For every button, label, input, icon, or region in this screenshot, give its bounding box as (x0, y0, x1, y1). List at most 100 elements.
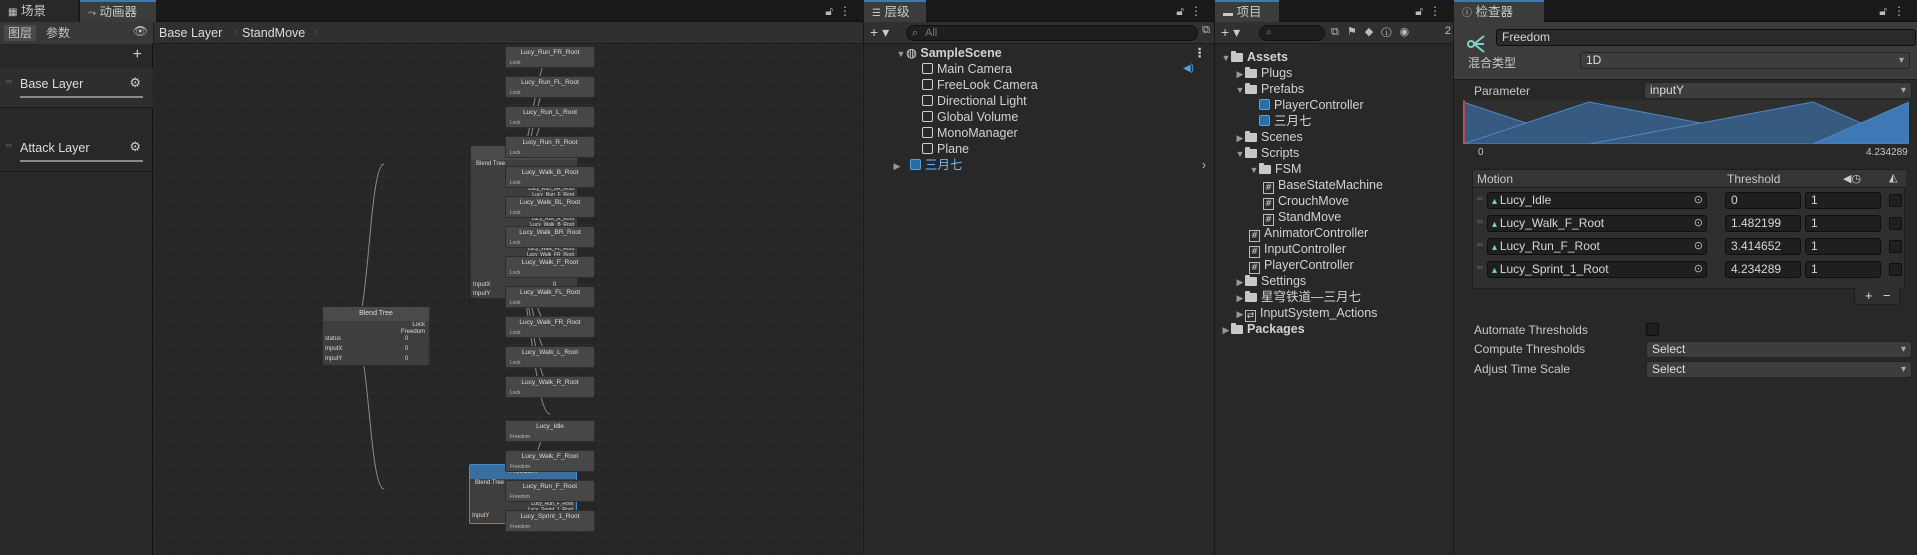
blend-tree-leaf-node[interactable]: Lucy_Sprint_1_Root Freedom (505, 510, 595, 532)
automate-thresholds-checkbox[interactable] (1646, 323, 1659, 336)
tab-animator[interactable]: ⤳ 动画器 (80, 0, 156, 22)
breadcrumb-item[interactable]: Base Layer (159, 26, 222, 40)
project-item[interactable]: # AnimatorController (1215, 225, 1453, 242)
project-item[interactable]: 三月七 (1215, 113, 1453, 129)
mirror-checkbox[interactable] (1889, 217, 1902, 230)
hierarchy-item[interactable]: FreeLook Camera (864, 77, 1214, 93)
object-picker-icon[interactable]: ⊙ (1694, 193, 1703, 208)
tab-layers[interactable]: 图层 (4, 25, 37, 41)
time-scale-field[interactable]: 1 (1805, 238, 1881, 255)
blend-tree-leaf-node[interactable]: Lucy_Run_R_Root Lock (505, 136, 595, 158)
animator-tab-menu[interactable]: 🔓︎⋮ (825, 0, 857, 22)
hierarchy-item[interactable]: Plane (864, 141, 1214, 157)
blend-tree-leaf-node[interactable]: Lucy_Walk_L_Root Lock (505, 346, 595, 368)
drag-handle-icon[interactable]: ═ (1477, 194, 1483, 203)
parameter-dropdown[interactable]: inputY (1644, 82, 1912, 99)
type-filter-icon[interactable]: ⧉ (1331, 26, 1347, 38)
blend-tree-leaf-node[interactable]: Lucy_Run_FL_Root Lock (505, 76, 595, 98)
tab-parameters[interactable]: 参数 (42, 25, 74, 41)
more-icon[interactable]: ⋮ (839, 4, 857, 18)
more-icon[interactable]: ⋮ (1429, 4, 1447, 18)
project-item[interactable]: ▶ Plugs (1215, 65, 1453, 81)
drag-handle-icon[interactable]: ═ (1477, 263, 1483, 272)
add-motion-button[interactable]: + (1865, 288, 1873, 303)
graph-canvas[interactable]: Blend Tree Lock Freedom status 0 InputX 0 … (154, 44, 863, 555)
drag-handle-icon[interactable]: ═ (6, 141, 12, 150)
project-item[interactable]: ▶ Packages (1215, 321, 1453, 337)
blend-tree-leaf-node[interactable]: Lucy_Run_F_Root Freedom (505, 480, 595, 502)
project-item[interactable]: ▶ 星穹铁道—三月七 (1215, 289, 1453, 305)
object-name-field[interactable]: Freedom (1496, 29, 1916, 46)
expand-arrow-icon[interactable]: ▶ (1235, 130, 1245, 146)
add-button[interactable]: + ▾ (870, 24, 889, 41)
project-item[interactable]: ▼ FSM (1215, 161, 1453, 177)
drag-handle-icon[interactable]: ═ (6, 77, 12, 86)
tab-hierarchy[interactable]: ☰ 层级 (864, 0, 926, 22)
project-item[interactable]: # InputController (1215, 241, 1453, 258)
breadcrumb-item[interactable]: StandMove (242, 26, 305, 40)
motion-row[interactable]: ═ ▴ Lucy_Sprint_1_Root ⊙ 4.234289 1 (1473, 260, 1906, 280)
remove-motion-button[interactable]: − (1883, 288, 1891, 303)
time-scale-field[interactable]: 1 (1805, 215, 1881, 232)
scene-more-icon[interactable]: ⋮ (1194, 45, 1207, 61)
threshold-field[interactable]: 3.414652 (1725, 238, 1801, 255)
project-item[interactable]: ▶ Scenes (1215, 129, 1453, 145)
tab-inspector[interactable]: ⓘ 检查器 (1454, 0, 1544, 22)
blend-type-dropdown[interactable]: 1D (1580, 52, 1910, 69)
blend-tree-leaf-node[interactable]: Lucy_Idle Freedom (505, 420, 595, 442)
expand-arrow-icon[interactable]: ▶ (1235, 66, 1245, 82)
compute-thresholds-dropdown[interactable]: Select (1646, 341, 1912, 358)
project-item[interactable]: ▶ ⇄ InputSystem_Actions (1215, 305, 1453, 322)
eye-icon[interactable]: ◉ (1400, 26, 1418, 38)
blend-tree-leaf-node[interactable]: Lucy_Run_FR_Root Lock (505, 46, 595, 68)
lock-icon[interactable]: 🔓︎ (825, 4, 839, 18)
motion-field[interactable]: ▴ Lucy_Run_F_Root ⊙ (1487, 238, 1707, 255)
expand-arrow-icon[interactable]: ▼ (1235, 146, 1245, 162)
hierarchy-item[interactable]: Main Camera ◀) (864, 61, 1214, 77)
motion-field[interactable]: ▴ Lucy_Sprint_1_Root ⊙ (1487, 261, 1707, 278)
project-tab-menu[interactable]: 🔓︎⋮ (1415, 0, 1447, 22)
gear-icon[interactable]: ⚙ (129, 139, 141, 155)
threshold-field[interactable]: 4.234289 (1725, 261, 1801, 278)
blend-tree-leaf-node[interactable]: Lucy_Walk_BR_Root Lock (505, 226, 595, 248)
hierarchy-tab-menu[interactable]: 🔓︎⋮ (1176, 0, 1208, 22)
expand-arrow-icon[interactable]: ▼ (1221, 50, 1231, 66)
expand-arrow-icon[interactable]: ▶ (1221, 322, 1231, 338)
blend-tree-leaf-node[interactable]: Lucy_Walk_FR_Root Lock (505, 316, 595, 338)
mirror-checkbox[interactable] (1889, 194, 1902, 207)
hierarchy-item[interactable]: ▶ › 三月七 (864, 157, 1214, 173)
drag-handle-icon[interactable]: ═ (1477, 217, 1483, 226)
scene-root-item[interactable]: ▼◍ ⋮ SampleScene (864, 45, 1214, 61)
expand-arrow-icon[interactable]: ▶ (892, 158, 902, 174)
add-layer-button[interactable]: + (133, 46, 142, 64)
time-scale-field[interactable]: 1 (1805, 261, 1881, 278)
hierarchy-item[interactable]: MonoManager (864, 125, 1214, 141)
object-picker-icon[interactable]: ⊙ (1694, 262, 1703, 277)
blend-tree-leaf-node[interactable]: Lucy_Walk_R_Root Lock (505, 376, 595, 398)
blend-tree-leaf-node[interactable]: Lucy_Run_L_Root Lock (505, 106, 595, 128)
time-scale-field[interactable]: 1 (1805, 192, 1881, 209)
drag-handle-icon[interactable]: ═ (1477, 240, 1483, 249)
layer-item[interactable]: ═ Attack Layer ⚙ (0, 132, 153, 172)
more-icon[interactable]: ⋮ (1893, 4, 1911, 18)
threshold-field[interactable]: 1.482199 (1725, 215, 1801, 232)
project-item[interactable]: # PlayerController (1215, 257, 1453, 274)
adjust-time-scale-dropdown[interactable]: Select (1646, 361, 1912, 378)
motion-field[interactable]: ▴ Lucy_Walk_F_Root ⊙ (1487, 215, 1707, 232)
blend-tree-leaf-node[interactable]: Lucy_Walk_F_Root Lock (505, 256, 595, 278)
tag-icon[interactable]: ◆ (1365, 26, 1381, 38)
search-input[interactable]: ⌕ All (906, 25, 1198, 41)
expand-arrow-icon[interactable]: ▶ (1235, 290, 1245, 306)
blend-tree-leaf-node[interactable]: Lucy_Walk_F_Root Freedom (505, 450, 595, 472)
project-item[interactable]: ▶ Settings (1215, 273, 1453, 289)
tab-scene[interactable]: ▦ 场景 (0, 0, 78, 22)
chevron-right-icon[interactable]: › (1202, 157, 1206, 173)
project-item[interactable]: # StandMove (1215, 209, 1453, 226)
motion-row[interactable]: ═ ▴ Lucy_Run_F_Root ⊙ 3.414652 1 (1473, 237, 1906, 257)
gear-icon[interactable]: ⚙ (129, 75, 141, 91)
filter-icon[interactable]: ⧉ (1202, 24, 1210, 37)
project-item[interactable]: # CrouchMove (1215, 193, 1453, 210)
lock-icon[interactable]: 🔓︎ (1415, 4, 1429, 18)
expand-arrow-icon[interactable]: ▶ (1235, 274, 1245, 290)
project-item[interactable]: # BaseStateMachine (1215, 177, 1453, 194)
